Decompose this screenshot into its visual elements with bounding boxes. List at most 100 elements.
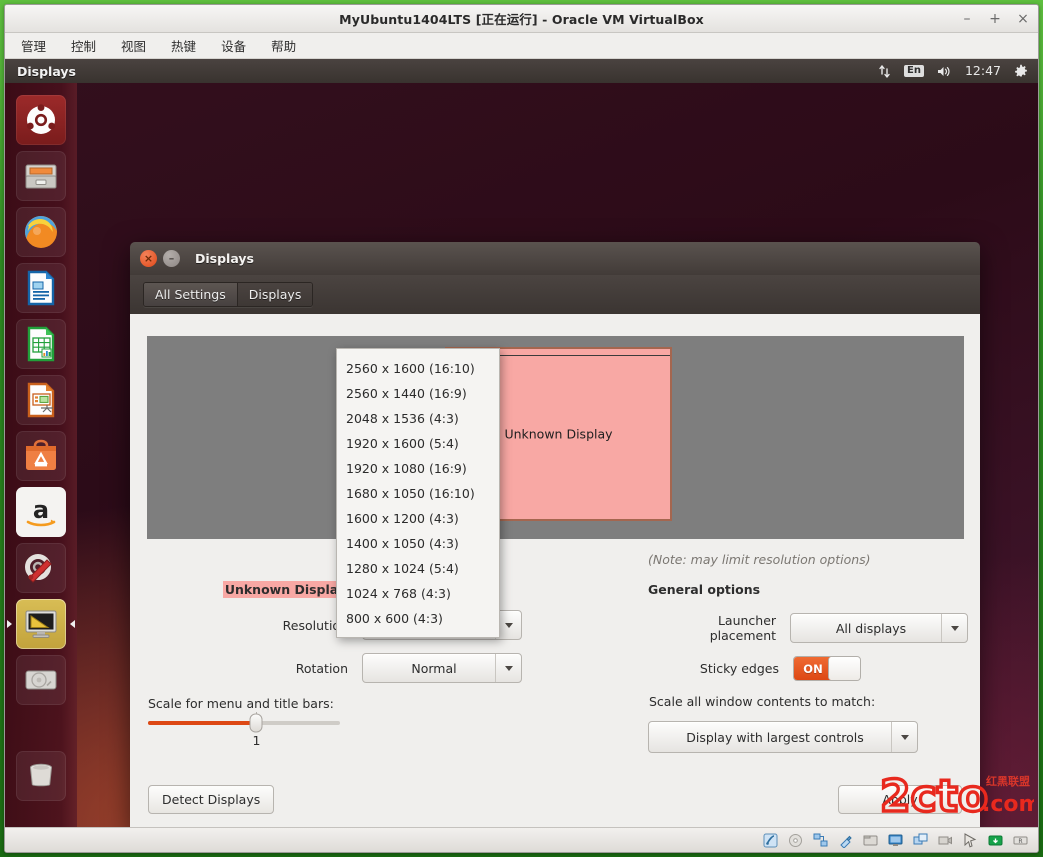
display-name-label: Unknown Display [147, 582, 362, 597]
menu-item-resolution[interactable]: 2048 x 1536 (4:3) [337, 406, 499, 431]
menu-item-resolution[interactable]: 1920 x 1600 (5:4) [337, 431, 499, 456]
dialog-minimize-button[interactable]: – [163, 250, 180, 267]
scale-slider[interactable]: 1 [148, 721, 340, 725]
sticky-edges-label: Sticky edges [648, 661, 793, 676]
svg-text:R: R [1018, 837, 1022, 844]
virtualbox-window: MyUbuntu1404LTS [正在运行] - Oracle VM Virtu… [4, 4, 1039, 853]
minimize-button[interactable]: – [960, 12, 974, 26]
monitor-arrangement-area[interactable]: Unknown Display [147, 336, 964, 539]
system-settings-icon[interactable] [16, 543, 66, 593]
chevron-down-icon[interactable] [891, 722, 917, 752]
firefox-icon[interactable] [16, 207, 66, 257]
scale-contents-value: Display with largest controls [670, 730, 895, 745]
virtualbox-titlebar: MyUbuntu1404LTS [正在运行] - Oracle VM Virtu… [5, 5, 1038, 33]
scale-slider-track[interactable] [148, 721, 340, 725]
mouse-capture-icon[interactable] [962, 832, 978, 848]
recording-icon[interactable] [937, 832, 953, 848]
volume-icon[interactable] [937, 65, 952, 78]
harddisk-icon[interactable] [762, 832, 778, 848]
scale-contents-combobox[interactable]: Display with largest controls [648, 721, 918, 753]
scale-menu-title-label: Scale for menu and title bars: [148, 696, 617, 711]
unity-indicator-area: En 12:47 [878, 64, 1038, 78]
menu-item-resolution[interactable]: 800 x 600 (4:3) [337, 606, 499, 631]
toggle-knob [828, 657, 860, 680]
maximize-button[interactable]: + [988, 12, 1002, 26]
scale-slider-thumb[interactable] [250, 714, 263, 733]
rotation-label: Rotation [147, 661, 362, 676]
menu-devices[interactable]: 设备 [219, 34, 248, 57]
sticky-edges-toggle[interactable]: ON [793, 656, 861, 681]
rotation-value: Normal [395, 661, 488, 676]
libreoffice-writer-icon[interactable] [16, 263, 66, 313]
chevron-down-icon[interactable] [495, 654, 521, 682]
displays-icon[interactable] [16, 599, 66, 649]
shared-folder-icon[interactable] [862, 832, 878, 848]
general-options-column: General options Launcher placement All d… [648, 582, 968, 753]
dialog-close-button[interactable]: × [140, 250, 157, 267]
launcher-placement-value: All displays [820, 621, 938, 636]
scale-slider-value: 1 [252, 733, 260, 748]
screen-root: MyUbuntu1404LTS [正在运行] - Oracle VM Virtu… [0, 0, 1043, 857]
chevron-down-icon[interactable] [941, 614, 967, 642]
menu-item-resolution[interactable]: 1400 x 1050 (4:3) [337, 531, 499, 556]
menu-control[interactable]: 控制 [69, 34, 98, 57]
ubuntu-dash-icon[interactable] [16, 95, 66, 145]
optical-disk-icon[interactable] [787, 832, 803, 848]
rotation-row: Rotation Normal [147, 653, 617, 683]
menu-item-resolution[interactable]: 1024 x 768 (4:3) [337, 581, 499, 606]
libreoffice-calc-icon[interactable] [16, 319, 66, 369]
network-icon[interactable] [812, 832, 828, 848]
vm-screen: Displays En 12:47 [5, 59, 1038, 827]
sticky-edges-state: ON [794, 657, 832, 680]
trash-icon[interactable] [16, 751, 66, 801]
libreoffice-impress-icon[interactable] [16, 375, 66, 425]
launcher-placement-row: Launcher placement All displays [648, 613, 968, 643]
menu-item-resolution[interactable]: 1600 x 1200 (4:3) [337, 506, 499, 531]
rotation-combobox[interactable]: Normal [362, 653, 522, 683]
keyboard-layout-indicator[interactable]: En [904, 65, 924, 77]
usb-icon[interactable] [837, 832, 853, 848]
tab-all-settings[interactable]: All Settings [144, 283, 238, 306]
close-button[interactable]: × [1016, 12, 1030, 26]
host-key-icon[interactable]: R [1012, 832, 1028, 848]
virtualbox-menubar: 管理 控制 视图 热键 设备 帮助 [5, 33, 1038, 59]
clock-indicator[interactable]: 12:47 [965, 65, 1001, 78]
unity-top-panel: Displays En 12:47 [5, 59, 1038, 83]
detect-displays-button[interactable]: Detect Displays [148, 785, 274, 814]
menu-manage[interactable]: 管理 [19, 34, 48, 57]
display-icon[interactable] [887, 832, 903, 848]
ubuntu-software-center-icon[interactable] [16, 431, 66, 481]
files-icon[interactable] [16, 151, 66, 201]
window-controls: – + × [960, 5, 1030, 33]
tab-displays[interactable]: Displays [238, 283, 313, 306]
displays-dialog-title: Displays [195, 251, 254, 266]
resolution-label: Resolution [147, 618, 362, 633]
apply-button[interactable]: Apply [838, 785, 962, 814]
virtualbox-window-title: MyUbuntu1404LTS [正在运行] - Oracle VM Virtu… [5, 9, 1038, 28]
unity-launcher: a [5, 83, 77, 827]
displays-dialog-titlebar: × – Displays [130, 242, 980, 275]
menu-item-resolution[interactable]: 2560 x 1440 (16:9) [337, 381, 499, 406]
launcher-placement-label: Launcher placement [648, 613, 790, 643]
menu-hotkeys[interactable]: 热键 [169, 34, 198, 57]
scale-slider-fill [148, 721, 256, 725]
menu-item-resolution[interactable]: 2560 x 1600 (16:10) [337, 356, 499, 381]
menu-item-resolution[interactable]: 1280 x 1024 (5:4) [337, 556, 499, 581]
amazon-icon[interactable]: a [16, 487, 66, 537]
virtualbox-statusbar: R [5, 827, 1038, 852]
menu-help[interactable]: 帮助 [269, 34, 298, 57]
displays-dialog-body: Unknown Display (Note: may limit resolut… [130, 314, 980, 827]
display-name-value: Unknown Display [223, 581, 348, 598]
svg-text:a: a [33, 496, 49, 524]
launcher-placement-combobox[interactable]: All displays [790, 613, 968, 643]
network-icon[interactable] [878, 65, 891, 78]
menu-item-resolution[interactable]: 1920 x 1080 (16:9) [337, 456, 499, 481]
gear-icon[interactable] [1014, 64, 1028, 78]
resolution-dropdown-menu[interactable]: 2560 x 1600 (16:10) 2560 x 1440 (16:9) 2… [336, 348, 500, 638]
keyboard-icon[interactable] [987, 832, 1003, 848]
menu-item-resolution[interactable]: 1680 x 1050 (16:10) [337, 481, 499, 506]
menu-view[interactable]: 视图 [119, 34, 148, 57]
remote-display-icon[interactable] [912, 832, 928, 848]
disk-icon[interactable] [16, 655, 66, 705]
displays-dialog-toolbar: All Settings Displays [130, 275, 980, 314]
